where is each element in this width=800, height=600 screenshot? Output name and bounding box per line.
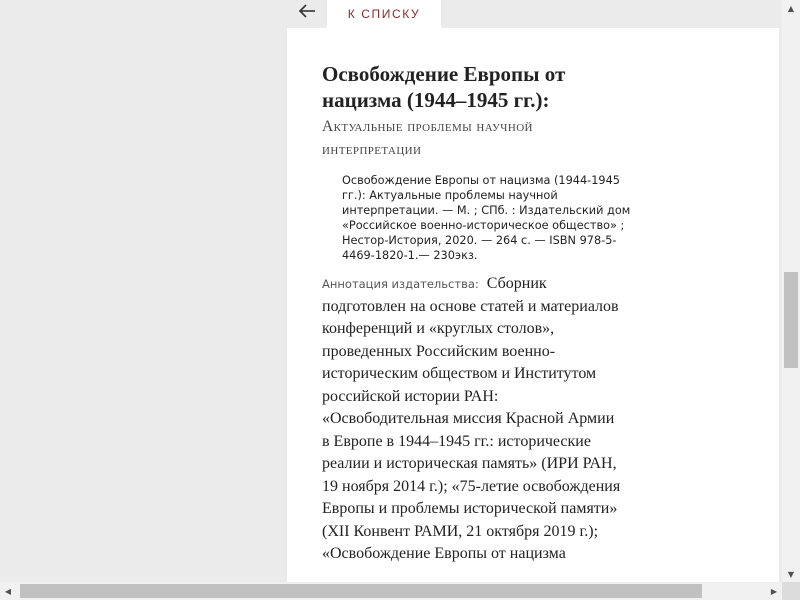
page-viewport: К СПИСКУ Освобождение Европы от нацизма … — [0, 0, 782, 582]
scroll-right-icon[interactable]: ▶ — [766, 582, 782, 600]
vertical-scroll-thumb[interactable] — [784, 272, 798, 368]
horizontal-scroll-thumb[interactable] — [20, 584, 702, 598]
top-navigation: К СПИСКУ — [287, 0, 779, 28]
horizontal-scrollbar[interactable]: ◀ ▶ — [0, 582, 782, 600]
book-subtitle: Актуальные проблемы научной интерпретаци… — [322, 118, 533, 158]
annotation: Аннотация издательства: Сборник подготов… — [322, 273, 622, 566]
book-card: Освобождение Европы от нацизма (1944–194… — [287, 28, 779, 582]
bibliographic-record: Освобождение Европы от нацизма (1944-194… — [342, 174, 631, 262]
book-title: Освобождение Европы от нацизма (1944–194… — [322, 62, 566, 112]
annotation-text: Сборник подготовлен на основе статей и м… — [322, 275, 621, 562]
back-button[interactable] — [287, 0, 327, 26]
arrow-left-icon — [298, 3, 316, 23]
scroll-down-icon[interactable]: ▼ — [782, 566, 800, 582]
to-list-button[interactable]: К СПИСКУ — [327, 0, 441, 28]
vertical-scrollbar[interactable]: ▲ ▼ — [782, 0, 800, 582]
scroll-up-icon[interactable]: ▲ — [782, 0, 800, 16]
scroll-left-icon[interactable]: ◀ — [0, 582, 16, 600]
scrollbar-corner — [782, 582, 800, 600]
annotation-label: Аннотация издательства: — [322, 277, 479, 291]
